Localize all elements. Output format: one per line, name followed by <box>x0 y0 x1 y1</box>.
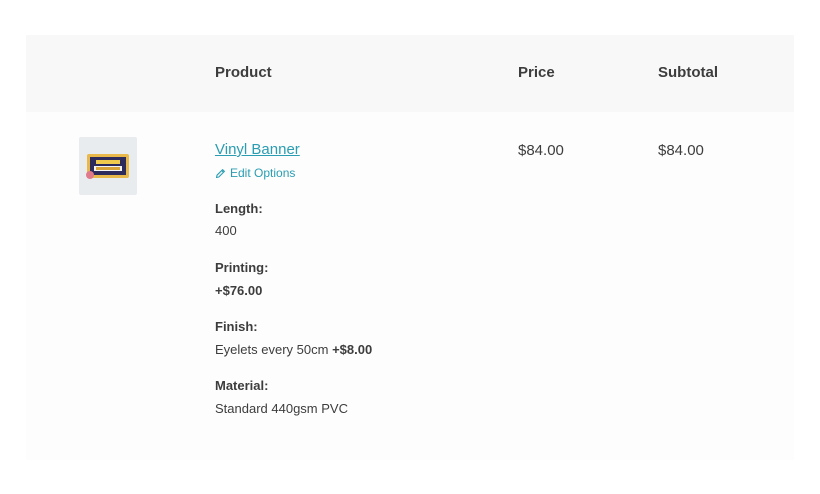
meta-finish-price: +$8.00 <box>332 342 373 357</box>
pencil-icon <box>215 168 225 178</box>
meta-material-label: Material: <box>215 378 269 393</box>
cart-table-header: Product Price Subtotal <box>26 35 794 112</box>
meta-material-value: Standard 440gsm PVC <box>215 401 348 416</box>
meta-length-value: 400 <box>215 223 237 238</box>
item-price: $84.00 <box>518 142 564 159</box>
meta-length-label: Length: <box>215 201 263 216</box>
edit-options-label: Edit Options <box>230 166 296 180</box>
item-subtotal: $84.00 <box>658 142 704 159</box>
cart-table: Product Price Subtotal Vinyl Banner Edit… <box>26 35 794 460</box>
product-name-link[interactable]: Vinyl Banner <box>215 141 300 158</box>
product-thumbnail[interactable] <box>79 137 137 195</box>
column-header-product: Product <box>215 64 272 81</box>
column-header-subtotal: Subtotal <box>658 64 718 81</box>
edit-options-link[interactable]: Edit Options <box>215 166 295 180</box>
meta-printing-value: +$76.00 <box>215 283 263 298</box>
vinyl-banner-thumbnail-icon <box>86 154 129 179</box>
meta-finish-value-line: Eyelets every 50cm +$8.00 <box>215 342 372 357</box>
meta-printing-label: Printing: <box>215 260 269 275</box>
meta-finish-value: Eyelets every 50cm <box>215 342 329 357</box>
meta-finish-label: Finish: <box>215 319 258 334</box>
column-header-price: Price <box>518 64 555 81</box>
